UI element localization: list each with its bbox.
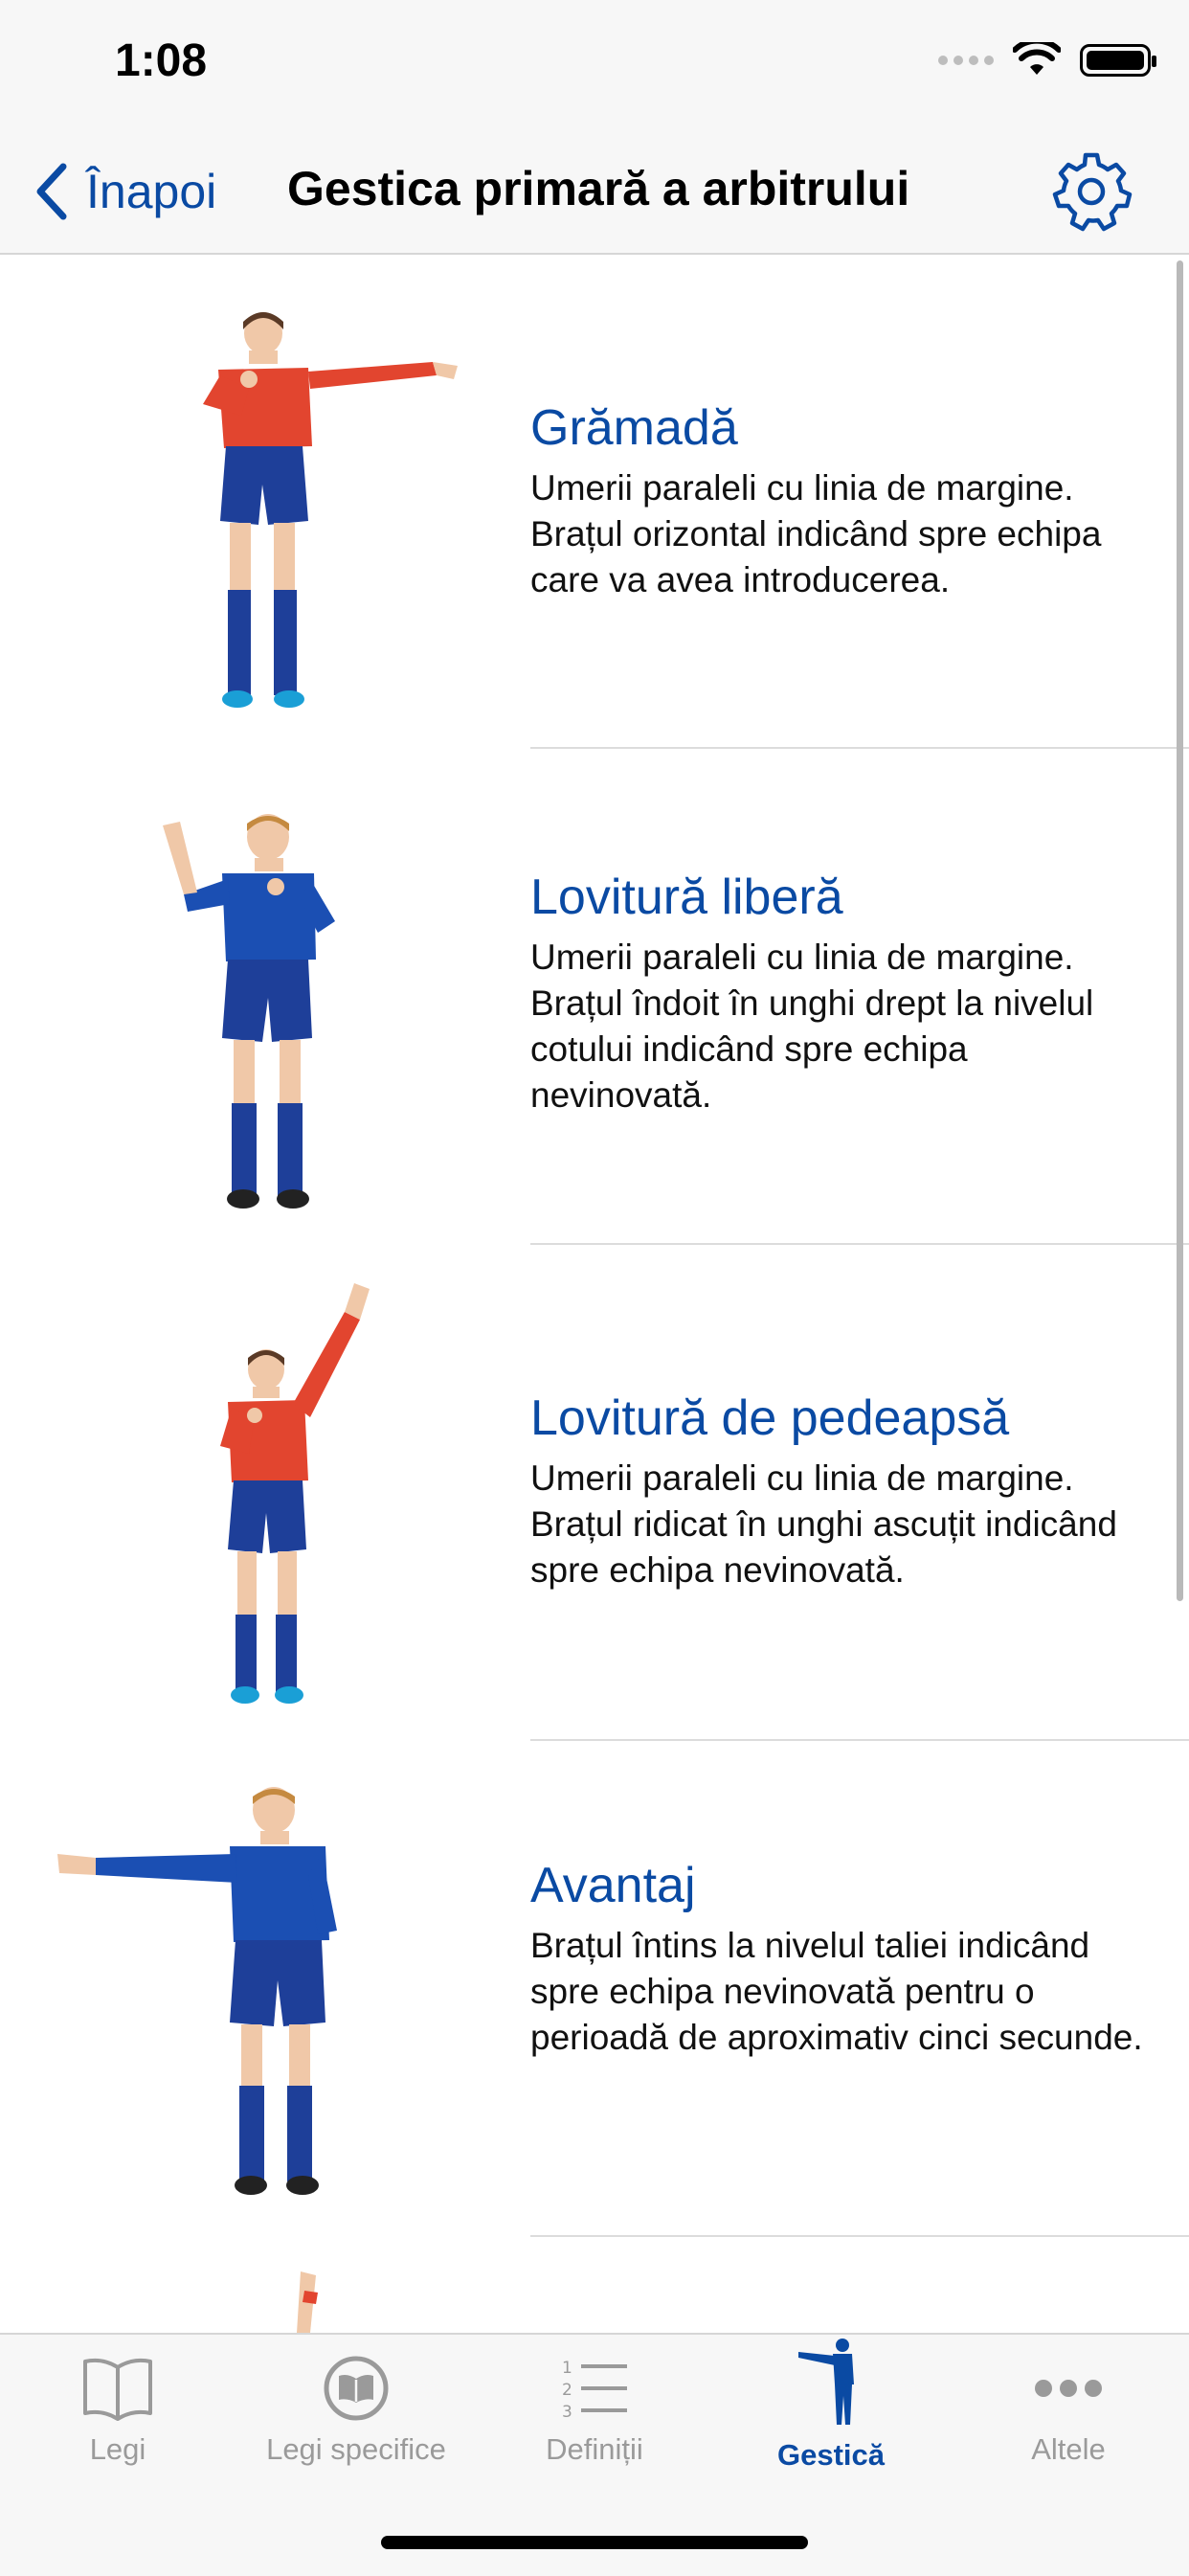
item-description: Umerii paraleli cu linia de margine. Bra…	[530, 938, 1094, 1115]
tab-gestica[interactable]: Gestică	[716, 2339, 946, 2473]
tab-label: Altele	[1031, 2432, 1106, 2466]
tab-altele[interactable]: Altele	[953, 2354, 1183, 2467]
gesture-list[interactable]: Grămadă Umerii paraleli cu linia de marg…	[0, 255, 1189, 2333]
item-text: Grămadă Umerii paraleli cu linia de marg…	[530, 398, 1143, 603]
item-description: Umerii paraleli cu linia de margine. Bra…	[530, 468, 1102, 599]
back-button[interactable]: Înapoi	[33, 157, 216, 226]
tab-definitii[interactable]: 1 2 3 Definiții	[480, 2354, 709, 2467]
item-title: Avantaj	[530, 1858, 696, 1913]
status-icons	[938, 42, 1156, 79]
tab-legi-specifice[interactable]: Legi specifice	[241, 2354, 471, 2467]
svg-text:2: 2	[562, 2381, 572, 2400]
status-time: 1:08	[115, 35, 208, 86]
item-text: Avantaj Brațul întins la nivelul taliei …	[530, 1856, 1143, 2061]
list-item[interactable]: Lovitură liberă Umerii paraleli cu linia…	[0, 749, 1189, 1245]
book-circle-icon	[324, 2356, 389, 2421]
wifi-icon	[1013, 42, 1061, 75]
status-bar: 1:08	[0, 0, 1189, 134]
item-title: Lovitură liberă	[530, 870, 843, 925]
book-icon	[83, 2358, 152, 2421]
tab-legi[interactable]: Legi	[3, 2354, 233, 2467]
divider	[530, 2235, 1189, 2237]
chevron-left-icon	[36, 163, 67, 220]
list-item[interactable]: Lovitură de pedeapsă Umerii paraleli cu …	[0, 1245, 1189, 1741]
battery-icon	[1080, 44, 1156, 77]
numbered-list-icon: 1 2 3	[562, 2359, 627, 2422]
referee-gesture-icon	[798, 2339, 854, 2425]
tab-label: Gestică	[776, 2438, 885, 2472]
referee-image	[203, 312, 458, 708]
referee-image	[57, 1787, 337, 2195]
more-icon	[1035, 2380, 1102, 2397]
referee-image	[220, 1283, 370, 1704]
item-title: Grămadă	[530, 400, 738, 456]
referee-image	[163, 814, 335, 1209]
item-title: Lovitură de pedeapsă	[530, 1390, 1010, 1446]
list-item[interactable]: Grămadă Umerii paraleli cu linia de marg…	[0, 255, 1189, 749]
page-title: Gestica primară a arbitrului	[287, 162, 910, 215]
svg-text:3: 3	[562, 2403, 572, 2422]
scrollbar[interactable]	[1177, 260, 1183, 1601]
svg-text:1: 1	[562, 2359, 572, 2378]
tab-label: Legi specifice	[266, 2432, 446, 2466]
item-text: Lovitură de pedeapsă Umerii paraleli cu …	[530, 1389, 1143, 1593]
referee-image-partial	[297, 2271, 318, 2333]
home-indicator[interactable]	[381, 2536, 808, 2549]
settings-gear-icon[interactable]	[1049, 149, 1133, 234]
tab-label: Definiții	[546, 2432, 643, 2466]
item-description: Brațul întins la nivelul taliei indicând…	[530, 1926, 1143, 2057]
item-text: Lovitură liberă Umerii paraleli cu linia…	[530, 868, 1143, 1119]
signal-icon	[938, 56, 994, 65]
tab-label: Legi	[89, 2432, 146, 2466]
list-item[interactable]: Avantaj Brațul întins la nivelul taliei …	[0, 1741, 1189, 2237]
navigation-bar: Înapoi Gestica primară a arbitrului	[0, 134, 1189, 255]
back-label: Înapoi	[86, 165, 217, 218]
item-description: Umerii paraleli cu linia de margine. Bra…	[530, 1458, 1117, 1590]
